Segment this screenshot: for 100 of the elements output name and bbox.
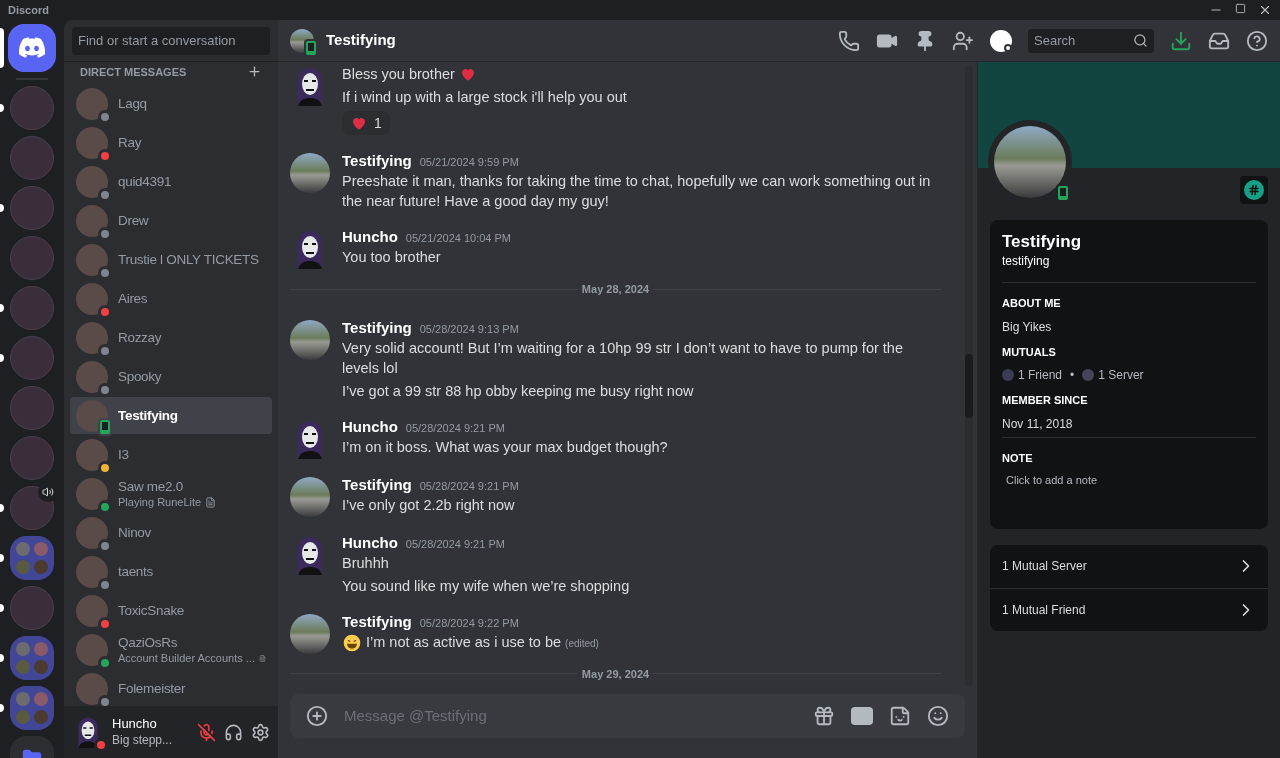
dm-item[interactable]: Aires xyxy=(70,280,272,317)
dm-item[interactable]: taents xyxy=(70,553,272,590)
dm-item[interactable]: Lagq xyxy=(70,85,272,122)
headphones-icon[interactable] xyxy=(224,722,243,742)
message-text: Bruhhh xyxy=(342,554,389,571)
avatar xyxy=(76,555,108,588)
sticker-icon[interactable] xyxy=(889,705,911,727)
avatar xyxy=(76,243,108,276)
search-icon xyxy=(1133,33,1148,48)
message-author[interactable]: Huncho xyxy=(342,532,398,553)
dm-item[interactable]: Ninov xyxy=(70,514,272,551)
document-icon xyxy=(205,497,217,508)
section-label: NOTE xyxy=(1002,450,1034,466)
message-text: I’m not as active as i use to be xyxy=(366,633,562,650)
close-icon[interactable] xyxy=(1258,3,1272,17)
channel-title: Testifying xyxy=(326,30,396,51)
message-author[interactable]: Huncho xyxy=(342,416,398,437)
dm-name: Lagq xyxy=(118,94,147,113)
settings-icon[interactable] xyxy=(251,722,270,742)
message-author[interactable]: Testifying xyxy=(342,317,412,338)
username: testifying xyxy=(1002,253,1051,270)
dm-name: quid4391 xyxy=(118,172,172,191)
reaction-chip[interactable]: 1 xyxy=(342,111,390,135)
avatar xyxy=(76,282,108,315)
mutual-link[interactable]: 1 Mutual Server xyxy=(990,544,1268,588)
attach-icon[interactable] xyxy=(306,705,328,727)
message-text: You too brother xyxy=(342,249,441,265)
section-value: Nov 11, 2018 xyxy=(1002,415,1074,433)
note-field[interactable]: Click to add a note xyxy=(1002,472,1256,489)
dm-name: ToxicSnake xyxy=(118,601,185,620)
dm-item[interactable]: Rozzay xyxy=(70,319,272,356)
search-field[interactable]: Search xyxy=(1034,30,1129,51)
dm-item[interactable]: Testifying xyxy=(70,397,272,434)
add-friend-icon[interactable] xyxy=(952,29,974,52)
dm-item[interactable]: Saw me2.0 Playing RuneLite xyxy=(70,475,272,512)
message-composer[interactable]: Message @Testifying xyxy=(290,694,965,738)
message-text: If i wind up with a large stock i'll help you out xyxy=(342,89,627,105)
app-title: Discord xyxy=(8,2,49,18)
section-header: DIRECT MESSAGES xyxy=(80,64,187,79)
message-time: 05/28/2024 9:21 PM xyxy=(405,420,505,436)
dm-name: Testifying xyxy=(118,406,178,425)
avatar xyxy=(76,165,108,198)
scrollbar-thumb[interactable] xyxy=(965,354,973,418)
help-icon[interactable] xyxy=(1246,29,1268,52)
message-field[interactable]: Message @Testifying xyxy=(344,704,797,728)
avatar xyxy=(76,204,108,237)
dm-item[interactable]: ToxicSnake xyxy=(70,592,272,629)
emoji-icon[interactable] xyxy=(927,705,949,727)
avatar xyxy=(76,516,108,549)
voice-call-icon[interactable] xyxy=(838,29,860,52)
dm-name: Trustie l ONLY TICKETS xyxy=(118,250,259,269)
avatar xyxy=(76,360,108,393)
message-author[interactable]: Testifying xyxy=(342,611,412,632)
search-box[interactable]: Search xyxy=(1028,28,1154,53)
activity-text: Account Builder Accounts ... xyxy=(118,652,255,665)
dm-item[interactable]: Trustie l ONLY TICKETS xyxy=(70,241,272,278)
mutual-servers[interactable]: 1 Server xyxy=(1098,366,1144,384)
message-author[interactable]: Testifying xyxy=(342,151,412,171)
dm-item[interactable]: Spooky xyxy=(70,358,272,395)
avatar xyxy=(76,87,108,120)
message-text: Very solid account! But I’m waiting for a 10hp 99 str I don’t want to have to pump for the levels lol xyxy=(342,339,903,376)
server-folder[interactable] xyxy=(10,536,54,580)
section-label: MUTUALS xyxy=(1002,344,1057,360)
mutual-link[interactable]: 1 Mutual Friend xyxy=(990,587,1268,631)
dm-name: taents xyxy=(118,562,153,581)
message-text: You sound like my wife when we’re shopping xyxy=(342,577,630,594)
maximize-icon[interactable] xyxy=(1235,3,1246,14)
mutual-friends[interactable]: 1 Friend xyxy=(1018,366,1063,384)
dm-name: Ninov xyxy=(118,523,151,542)
gift-icon[interactable] xyxy=(813,705,835,727)
hash-badge-icon[interactable] xyxy=(1240,176,1268,204)
server-folder[interactable] xyxy=(10,636,54,680)
dm-name: QaziOsRs xyxy=(118,634,179,652)
search-field[interactable]: Find or start a conversation xyxy=(72,26,270,55)
dm-item[interactable]: Ray xyxy=(70,124,272,161)
dm-item[interactable]: Drew xyxy=(70,202,272,239)
dm-item[interactable]: QaziOsRs Account Builder Accounts ... xyxy=(70,631,272,668)
message-author[interactable]: Huncho xyxy=(342,227,398,247)
section-label: MEMBER SINCE xyxy=(1002,393,1089,408)
dm-item[interactable]: I3 xyxy=(70,436,272,473)
dm-item[interactable]: quid4391 xyxy=(70,163,272,200)
server-folder[interactable] xyxy=(10,686,54,730)
message-time: 05/21/2024 9:59 PM xyxy=(419,155,519,170)
dm-name: Rozzay xyxy=(118,328,162,347)
dm-name: Drew xyxy=(118,211,149,230)
message-author[interactable]: Testifying xyxy=(342,474,412,495)
dm-name: I3 xyxy=(118,445,129,464)
avatar xyxy=(76,672,108,705)
muted-microphone-icon[interactable] xyxy=(197,722,216,742)
message-time: 05/28/2024 9:13 PM xyxy=(419,321,519,337)
add-icon[interactable] xyxy=(247,64,262,79)
download-icon[interactable] xyxy=(1170,29,1192,52)
message-time: 05/28/2024 9:22 PM xyxy=(419,615,519,631)
laughing-emoji-icon xyxy=(342,632,362,653)
controller-logo-icon xyxy=(18,37,46,59)
avatar xyxy=(76,126,108,159)
discord-home-button[interactable] xyxy=(8,24,56,72)
avatar xyxy=(76,633,108,666)
activity-text: Playing RuneLite xyxy=(118,496,202,509)
message-text: I’m on it boss. What was your max budget though? xyxy=(342,438,668,455)
